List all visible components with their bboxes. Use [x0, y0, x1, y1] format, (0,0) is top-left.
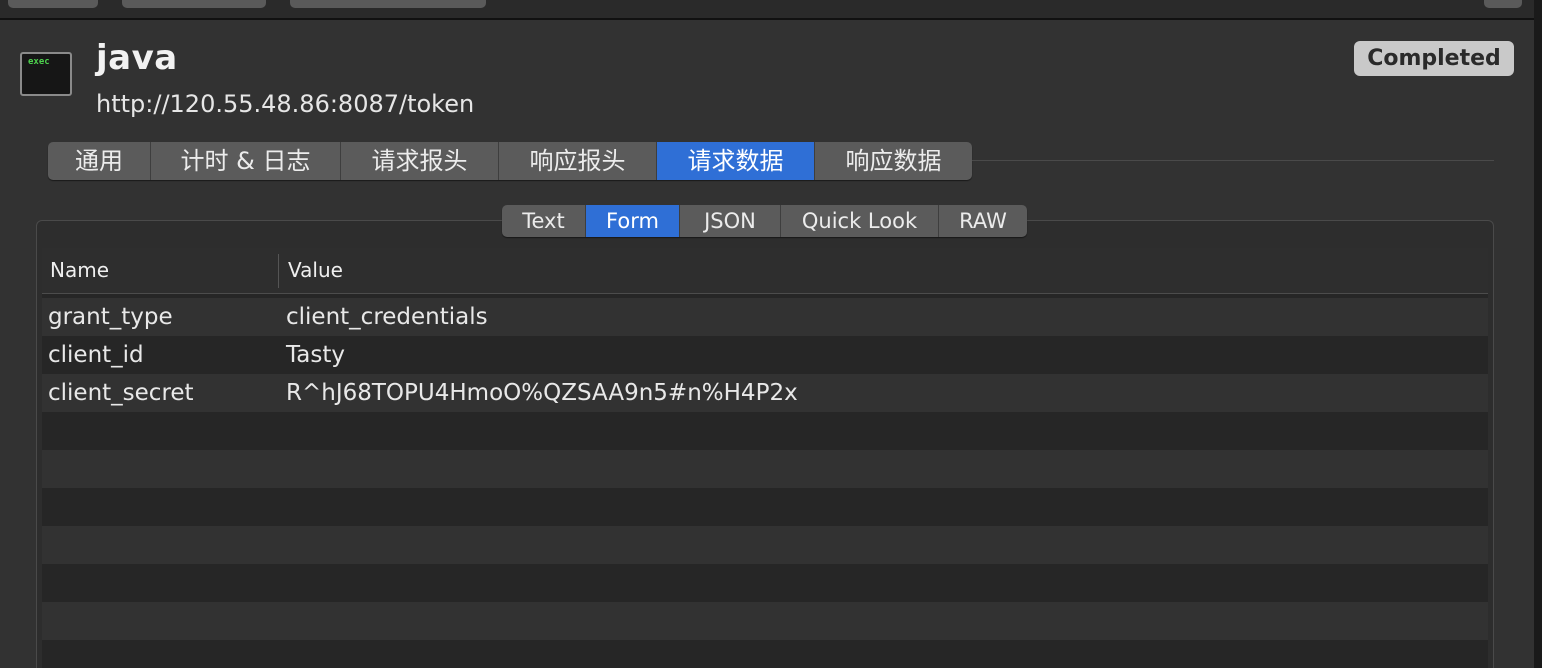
empty-row: [42, 412, 1488, 450]
request-detail-window: exec java http://120.55.48.86:8087/token…: [0, 0, 1542, 668]
toolbar-button[interactable]: [8, 0, 98, 8]
row-name: grant_type: [48, 304, 173, 330]
form-data-table: Name Value grant_type client_credentials…: [42, 248, 1488, 668]
request-url: http://120.55.48.86:8087/token: [96, 90, 475, 118]
tab-divider-line: [972, 160, 1494, 161]
toolbar-button[interactable]: [1484, 0, 1522, 8]
tab-request-headers[interactable]: 请求报头: [341, 142, 499, 180]
toolbar-button[interactable]: [122, 0, 266, 8]
empty-row: [42, 526, 1488, 564]
status-badge: Completed: [1354, 41, 1514, 76]
tab-response-data[interactable]: 响应数据: [815, 142, 972, 180]
subtab-json[interactable]: JSON: [680, 205, 781, 237]
terminal-exec-icon: exec: [20, 52, 72, 96]
exec-icon-label: exec: [28, 57, 50, 67]
empty-row: [42, 564, 1488, 602]
column-header-value[interactable]: Value: [288, 248, 343, 294]
row-name: client_secret: [48, 380, 194, 406]
empty-row: [42, 602, 1488, 640]
toolbar-strip: [0, 0, 1542, 20]
main-tab-bar: 通用 计时 & 日志 请求报头 响应报头 请求数据 响应数据: [48, 142, 972, 180]
subtab-raw[interactable]: RAW: [939, 205, 1027, 237]
tab-response-headers[interactable]: 响应报头: [499, 142, 657, 180]
tab-timing-log[interactable]: 计时 & 日志: [151, 142, 341, 180]
tab-request-data[interactable]: 请求数据: [657, 142, 815, 180]
table-row[interactable]: client_id Tasty: [42, 336, 1488, 374]
table-header: Name Value: [42, 248, 1488, 294]
table-row[interactable]: client_secret R^hJ68TOPU4HmoO%QZSAA9n5#n…: [42, 374, 1488, 412]
window-edge: [1534, 0, 1542, 668]
tab-general[interactable]: 通用: [48, 142, 151, 180]
column-separator[interactable]: [278, 254, 279, 288]
subtab-quick-look[interactable]: Quick Look: [781, 205, 939, 237]
row-value: client_credentials: [286, 304, 488, 330]
sub-tab-bar: Text Form JSON Quick Look RAW: [502, 205, 1027, 237]
subtab-form[interactable]: Form: [586, 205, 680, 237]
empty-row: [42, 488, 1488, 526]
column-header-name[interactable]: Name: [50, 248, 109, 294]
table-row[interactable]: grant_type client_credentials: [42, 298, 1488, 336]
toolbar-button[interactable]: [290, 0, 486, 8]
empty-row: [42, 450, 1488, 488]
subtab-text[interactable]: Text: [502, 205, 586, 237]
row-name: client_id: [48, 342, 144, 368]
row-value: Tasty: [286, 342, 345, 368]
row-value: R^hJ68TOPU4HmoO%QZSAA9n5#n%H4P2x: [286, 380, 798, 406]
page-title: java: [96, 38, 178, 78]
